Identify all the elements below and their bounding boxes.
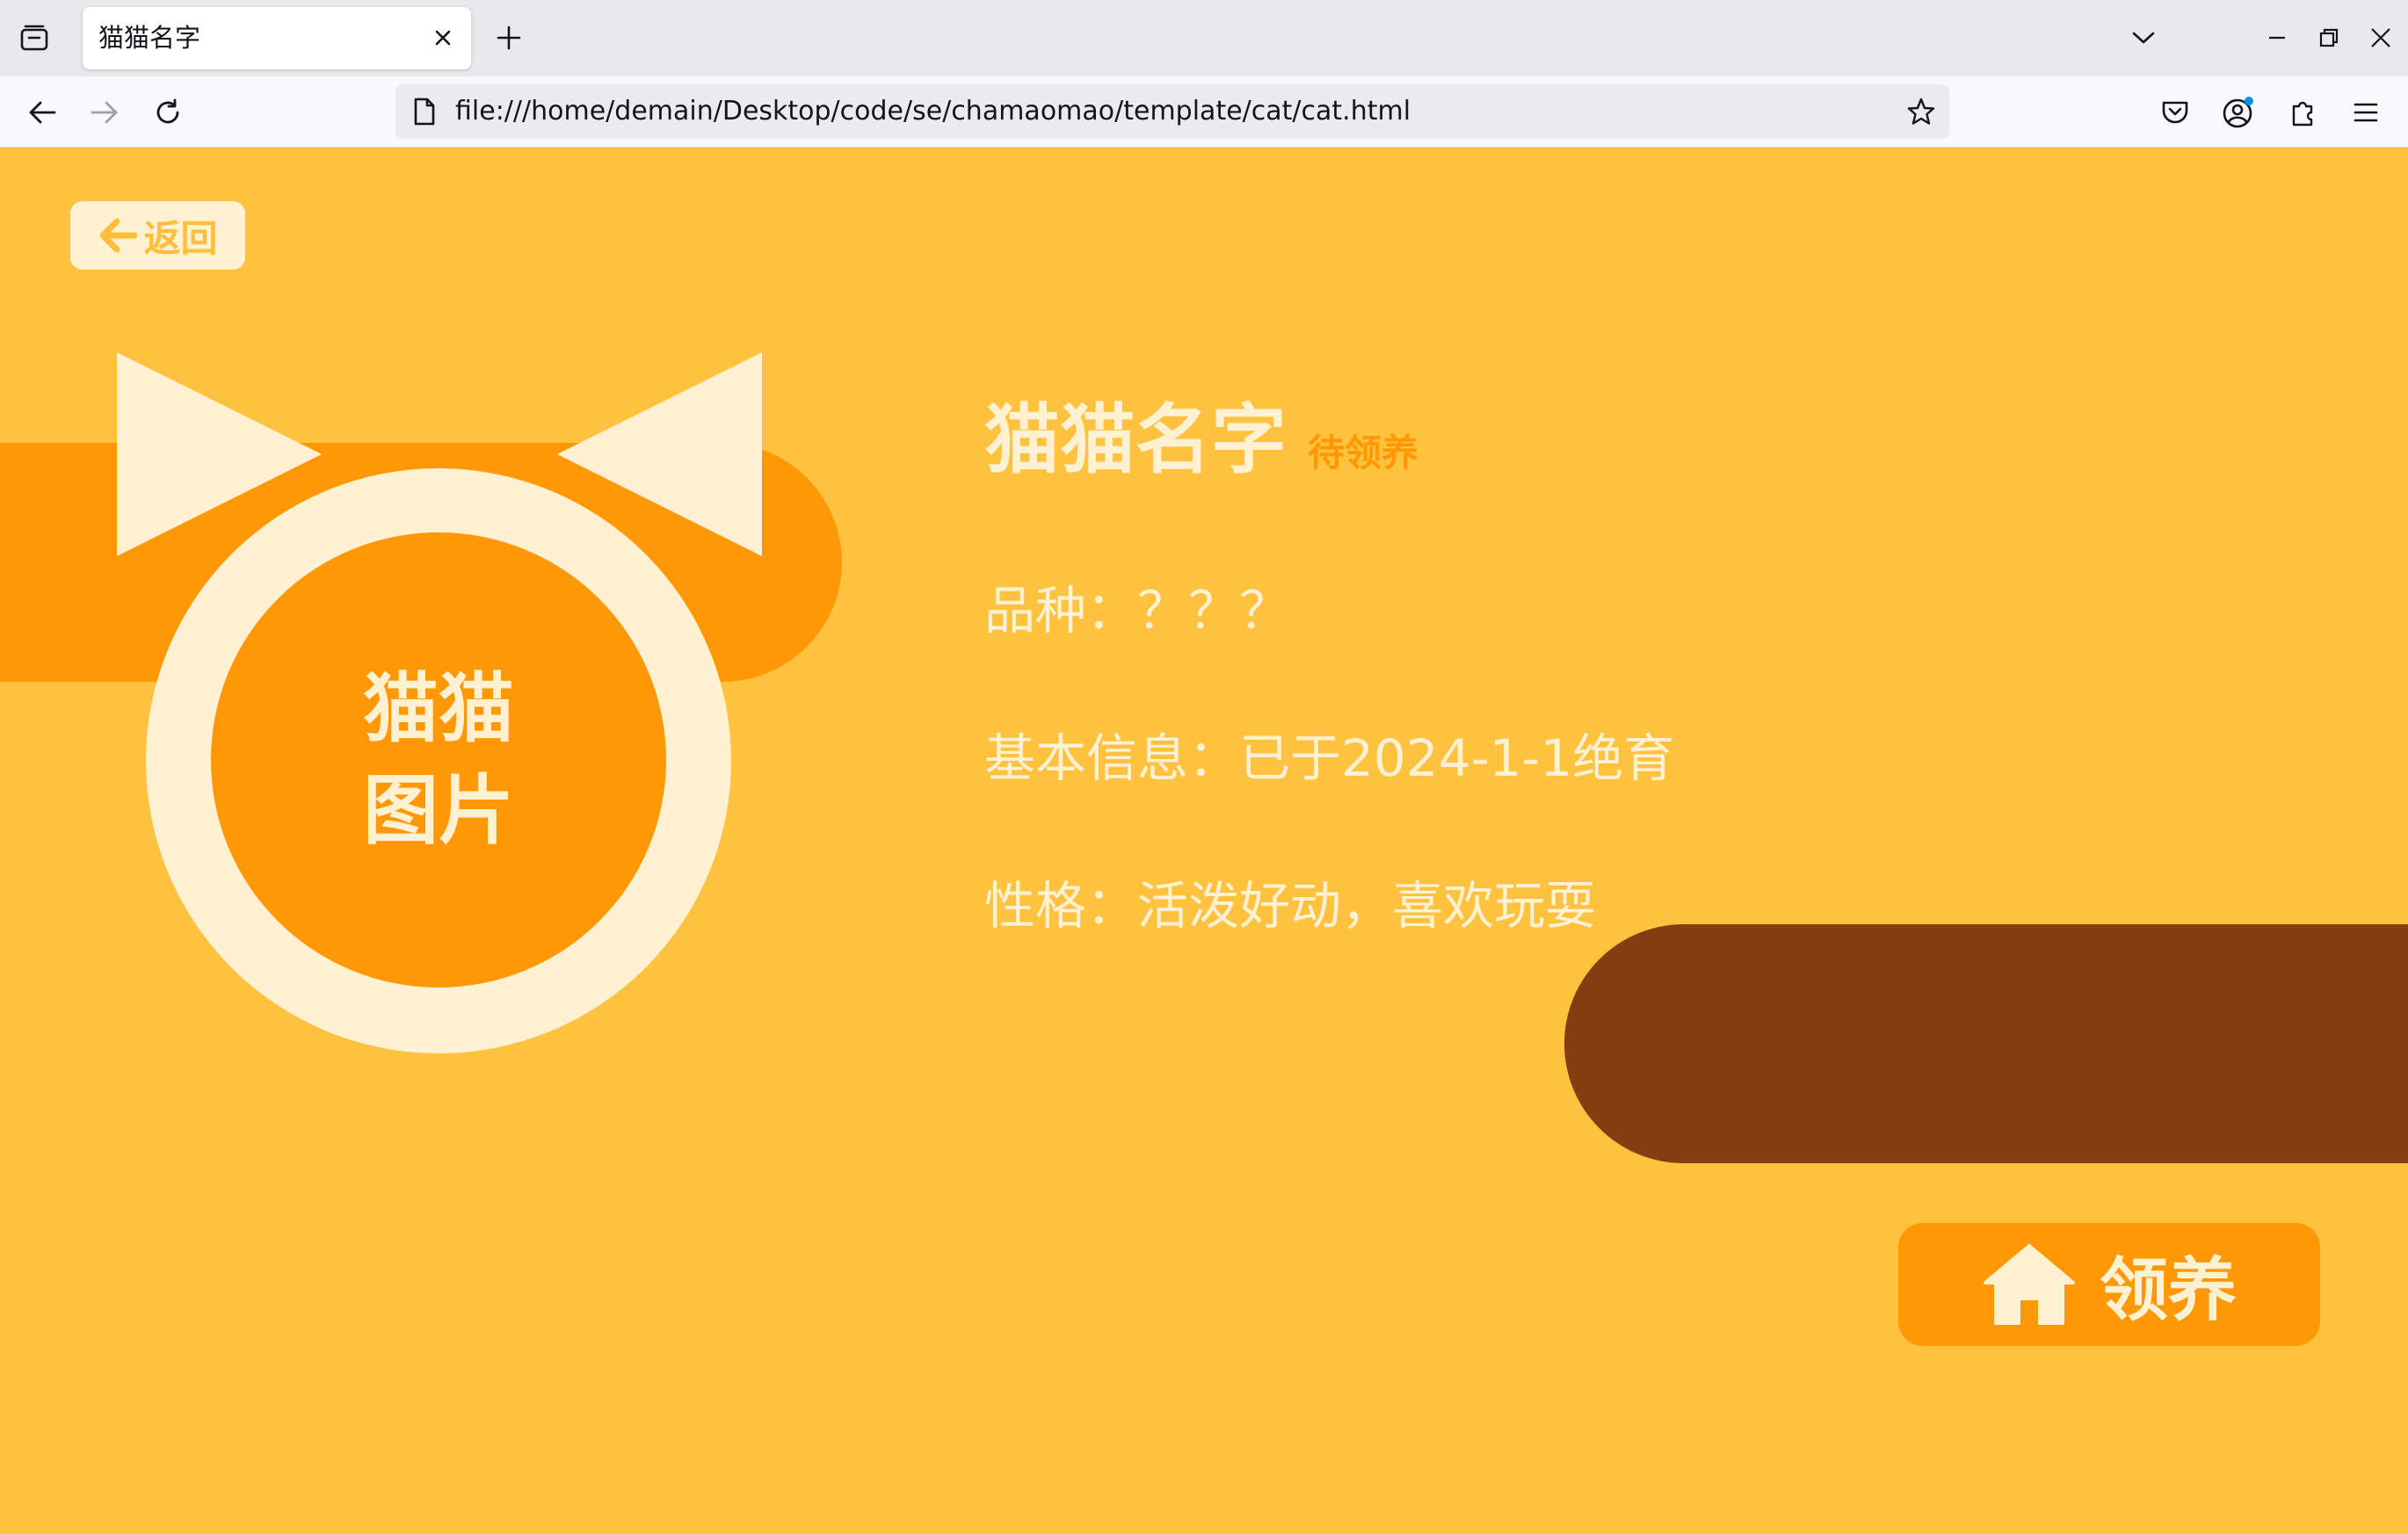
new-tab-button[interactable]	[490, 19, 527, 56]
forward-nav-button[interactable]	[84, 92, 125, 133]
cat-photo-placeholder: 猫猫 图片	[211, 532, 666, 988]
url-text[interactable]: file:///home/demain/Desktop/code/se/cham…	[455, 84, 1411, 139]
adopt-button-label: 领养	[2099, 1251, 2237, 1330]
reload-icon	[156, 98, 179, 124]
minimize-icon[interactable]	[2259, 19, 2296, 56]
adoption-status-badge: 待领养	[1308, 431, 1419, 474]
cat-basic-info: 基本信息：已于2024-1-1绝育	[984, 728, 1675, 788]
browser-tab-active[interactable]: 猫猫名字	[83, 7, 471, 69]
back-button-label: 返回	[143, 216, 218, 260]
tab-title: 猫猫名字	[98, 23, 201, 53]
arrow-left-icon	[29, 101, 56, 124]
browser-nav-bar: file:///home/demain/Desktop/code/se/cham…	[0, 76, 2408, 148]
account-icon[interactable]	[2218, 92, 2259, 133]
pocket-icon[interactable]	[2155, 92, 2195, 133]
cat-personality: 性格：活泼好动，喜欢玩耍	[984, 876, 1597, 936]
cat-breed: 品种：？？？	[984, 581, 1291, 640]
hamburger-icon[interactable]	[2346, 92, 2386, 133]
reload-button[interactable]	[148, 92, 188, 133]
close-icon[interactable]	[427, 22, 459, 54]
page-icon	[408, 95, 441, 128]
cat-name-row: 猫猫名字 待领养	[984, 378, 1418, 488]
back-button[interactable]: 返回	[70, 201, 245, 270]
window-close-icon[interactable]	[2362, 19, 2399, 56]
arrow-right-icon	[91, 101, 118, 124]
cat-detail-page: 返回 猫猫 图片 猫猫名字 待领养 品种：？？？ 基本信息：已于2024-1-1…	[0, 148, 2408, 1534]
address-bar[interactable]: file:///home/demain/Desktop/code/se/cham…	[395, 84, 1949, 139]
back-nav-button[interactable]	[22, 92, 62, 133]
star-icon[interactable]	[1904, 94, 1939, 129]
arrow-left-icon	[99, 218, 138, 253]
chevron-down-icon[interactable]	[2125, 19, 2162, 56]
tab-overview-icon[interactable]	[12, 18, 56, 58]
photo-placeholder-line-1: 猫猫	[363, 664, 514, 753]
restore-icon[interactable]	[2310, 19, 2347, 56]
adopt-button[interactable]: 领养	[1898, 1223, 2320, 1346]
plus-icon	[497, 25, 521, 50]
puzzle-icon[interactable]	[2282, 92, 2323, 133]
photo-placeholder-line-2: 图片	[363, 767, 514, 855]
brown-decorative-band	[1564, 924, 2408, 1163]
house-icon	[1983, 1244, 2075, 1325]
browser-tab-bar: 猫猫名字	[0, 0, 2408, 76]
cat-name: 猫猫名字	[984, 396, 1287, 484]
